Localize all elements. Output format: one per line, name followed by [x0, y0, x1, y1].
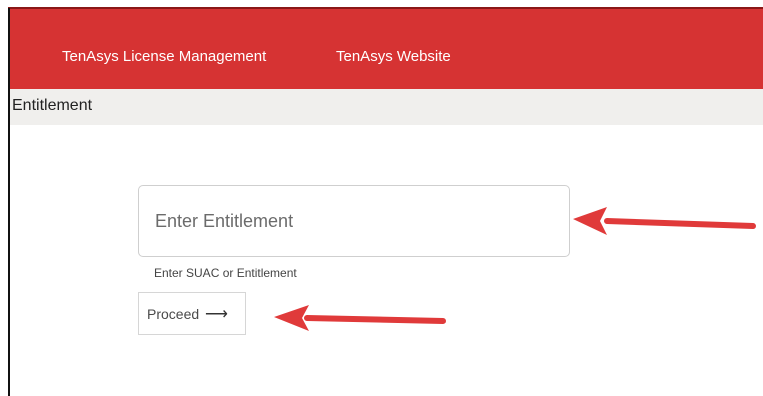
nav-link-license-management[interactable]: TenAsys License Management — [62, 48, 266, 66]
entitlement-helper-text: Enter SUAC or Entitlement — [154, 266, 297, 280]
nav-link-website[interactable]: TenAsys Website — [336, 48, 451, 66]
annotation-arrow-to-proceed — [274, 305, 446, 331]
page-header-bar — [10, 89, 763, 125]
arrow-right-icon: ⟶ — [205, 305, 228, 323]
proceed-button-label: Proceed — [147, 305, 200, 322]
proceed-button[interactable]: Proceed ⟶ — [138, 292, 246, 335]
entitlement-input[interactable] — [138, 185, 570, 257]
page-title: Entitlement — [12, 97, 93, 114]
browser-frame: TenAsys License Management TenAsys Websi… — [0, 0, 763, 396]
top-navbar: TenAsys License Management TenAsys Websi… — [10, 9, 763, 89]
annotation-arrow-to-input — [573, 207, 756, 235]
